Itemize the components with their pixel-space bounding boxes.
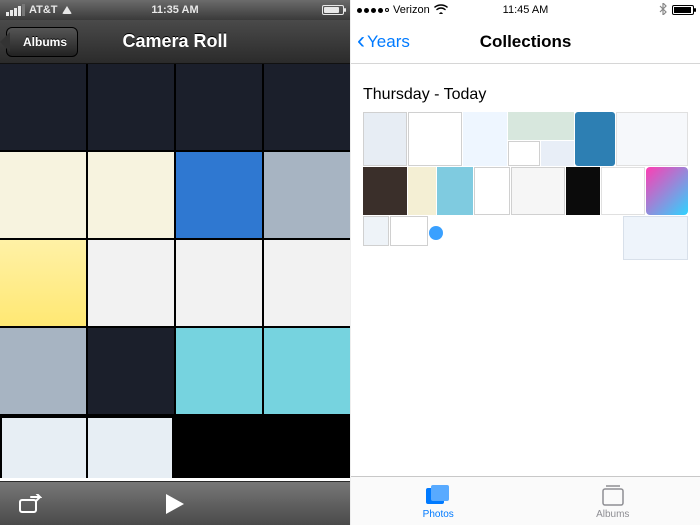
ios7-status-bar: Verizon 11:45 AM: [351, 0, 700, 20]
ios6-toolbar: [0, 481, 350, 525]
collection-thumbnail-group[interactable]: [363, 112, 688, 272]
photo-thumbnail[interactable]: [176, 152, 262, 238]
photos-tab-icon: [423, 483, 453, 509]
photo-thumbnail[interactable]: [176, 240, 262, 326]
photo-thumbnail[interactable]: [264, 240, 350, 326]
albums-tab-icon: [598, 483, 628, 509]
albums-back-button[interactable]: Albums: [6, 27, 78, 57]
photo-thumbnail[interactable]: [0, 152, 86, 238]
carrier-label: Verizon: [393, 4, 430, 16]
ios7-phone: Verizon 11:45 AM ‹ Years Collections Thu…: [350, 0, 700, 525]
wifi-icon: [434, 4, 448, 17]
page-title: Camera Roll: [122, 31, 227, 52]
section-header[interactable]: Thursday - Today: [351, 64, 700, 112]
photo-thumbnail[interactable]: [176, 64, 262, 150]
photo-tile: [363, 167, 407, 215]
signal-bars-icon: [6, 4, 25, 16]
photo-tile: [474, 167, 510, 215]
photo-thumbnail[interactable]: [0, 64, 86, 150]
ios6-nav-bar: Albums Camera Roll: [0, 20, 350, 64]
tab-photos[interactable]: Photos: [351, 477, 526, 525]
photo-thumbnail[interactable]: [88, 418, 172, 478]
photo-tile: [390, 216, 428, 246]
photo-tile: [566, 167, 600, 215]
share-icon: [18, 494, 42, 514]
photo-thumbnail[interactable]: [264, 328, 350, 414]
photo-tile: [408, 112, 462, 166]
years-back-button[interactable]: ‹ Years: [357, 32, 410, 52]
photo-tile: [363, 216, 389, 246]
photo-tile: [437, 167, 473, 215]
photo-tile: [429, 226, 443, 240]
photo-thumbnail[interactable]: [88, 240, 174, 326]
signal-dots-icon: [357, 8, 389, 13]
photo-thumbnail[interactable]: [88, 328, 174, 414]
tab-albums[interactable]: Albums: [526, 477, 700, 525]
photo-grid: [0, 64, 350, 478]
carrier-label: AT&T: [29, 4, 58, 16]
back-button-label: Years: [367, 32, 410, 52]
ios6-status-bar: AT&T 11:35 AM: [0, 0, 350, 20]
photo-tile: [363, 112, 407, 166]
photo-tile: [508, 112, 574, 140]
photo-tile: [646, 167, 688, 215]
photo-tile: [575, 112, 615, 166]
photo-thumbnail[interactable]: [0, 328, 86, 414]
share-button[interactable]: [18, 494, 42, 514]
ios6-phone: AT&T 11:35 AM Albums Camera Roll: [0, 0, 350, 525]
chevron-left-icon: ‹: [357, 32, 365, 49]
photo-tile: [616, 112, 688, 166]
play-icon: [166, 494, 184, 514]
photo-thumbnail[interactable]: [88, 64, 174, 150]
photo-tile: [601, 167, 645, 215]
back-button-label: Albums: [23, 35, 67, 49]
play-button[interactable]: [166, 494, 184, 514]
battery-icon: [672, 5, 694, 15]
photo-thumbnail[interactable]: [264, 152, 350, 238]
tab-label: Photos: [423, 509, 454, 520]
photo-tile: [623, 216, 688, 260]
photo-thumbnail[interactable]: [88, 152, 174, 238]
photo-thumbnail[interactable]: [0, 240, 86, 326]
photo-thumbnail[interactable]: [176, 328, 262, 414]
tab-label: Albums: [596, 509, 629, 520]
ios7-tab-bar: Photos Albums: [351, 476, 700, 525]
page-title: Collections: [480, 32, 572, 52]
photo-thumbnail[interactable]: [264, 64, 350, 150]
photo-tile: [508, 141, 540, 166]
photo-tile: [541, 141, 574, 166]
ios7-nav-bar: ‹ Years Collections: [351, 20, 700, 64]
photo-tile: [463, 112, 507, 166]
photo-tile: [408, 167, 436, 215]
bluetooth-icon: [659, 3, 667, 18]
battery-icon: [322, 5, 344, 15]
wifi-icon: [62, 6, 72, 14]
photo-thumbnail[interactable]: [2, 418, 86, 478]
photo-tile: [511, 167, 565, 215]
